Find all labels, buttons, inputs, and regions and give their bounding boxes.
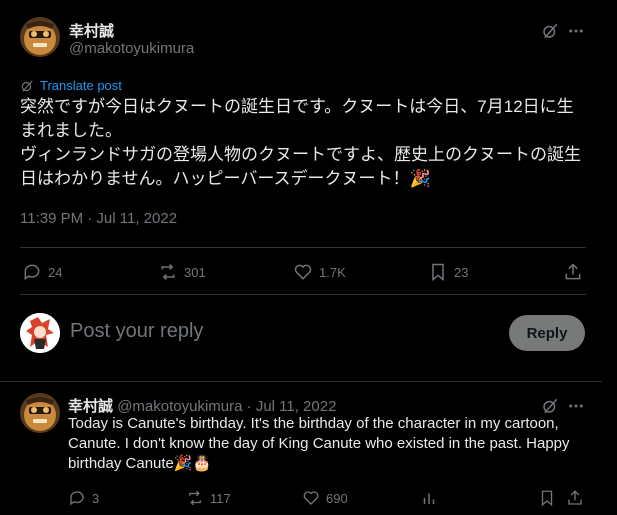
bookmark-icon bbox=[432, 263, 444, 282]
share-action[interactable] bbox=[563, 262, 583, 282]
comment-author-avatar[interactable] bbox=[20, 393, 60, 433]
post-text-paragraph-2: ヴィンランドサガの登場人物のクヌートですよ、歴史上のクヌートの誕生日はわかりませ… bbox=[20, 145, 581, 188]
comment-bookmark-action[interactable] bbox=[538, 489, 556, 507]
divider bbox=[0, 381, 602, 382]
comment-like-action[interactable]: 690 bbox=[302, 489, 348, 507]
grok-icon[interactable] bbox=[539, 20, 561, 42]
comment-text: Today is Canute's birthday. It's the bir… bbox=[68, 415, 570, 472]
comment-like-count: 690 bbox=[326, 490, 348, 506]
share-icon bbox=[568, 490, 582, 505]
reply-button[interactable]: Reply bbox=[509, 315, 585, 351]
comment-repost-action[interactable]: 117 bbox=[186, 489, 231, 507]
author-avatar-image bbox=[20, 17, 60, 57]
repost-count: 301 bbox=[184, 264, 206, 280]
divider bbox=[20, 247, 586, 248]
comment-author-name[interactable]: 幸村誠 bbox=[68, 398, 113, 415]
author-name[interactable]: 幸村誠 bbox=[69, 20, 114, 41]
bookmark-icon bbox=[541, 490, 553, 507]
repost-icon bbox=[161, 263, 175, 281]
comment-header: 幸村誠 @makotoyukimura · Jul 11, 2022 bbox=[68, 395, 336, 416]
reply-icon bbox=[24, 264, 40, 281]
comment-date[interactable]: Jul 11, 2022 bbox=[256, 398, 337, 415]
author-avatar[interactable] bbox=[20, 17, 60, 57]
translate-label[interactable]: Translate post bbox=[40, 78, 122, 93]
more-icon[interactable] bbox=[565, 20, 587, 42]
share-icon bbox=[565, 263, 581, 280]
bookmark-count: 23 bbox=[454, 264, 469, 280]
comment-repost-count: 117 bbox=[210, 490, 231, 506]
views-icon bbox=[423, 493, 435, 504]
scroll-area bbox=[602, 0, 617, 515]
translate-icon bbox=[21, 79, 33, 92]
current-user-avatar[interactable] bbox=[20, 313, 60, 353]
repost-icon bbox=[189, 490, 201, 506]
reply-count: 24 bbox=[48, 264, 63, 280]
like-action[interactable]: 1.7K bbox=[293, 262, 346, 282]
comment-author-avatar-image bbox=[20, 393, 60, 433]
comment-share-action[interactable] bbox=[566, 489, 584, 507]
comment-reply-action[interactable]: 3 bbox=[68, 489, 99, 507]
like-icon bbox=[303, 491, 319, 505]
post-text: 突然ですが今日はクヌートの誕生日です。クヌートは今日、7月12日に生まれました。… bbox=[20, 95, 590, 191]
comment-views-action[interactable] bbox=[420, 489, 438, 507]
author-handle[interactable]: @makotoyukimura bbox=[69, 40, 194, 57]
post-timestamp[interactable]: 11:39 PM · Jul 11, 2022 bbox=[20, 210, 177, 227]
comment-separator: · bbox=[246, 398, 252, 415]
current-user-avatar-image bbox=[20, 313, 60, 353]
reply-action[interactable]: 24 bbox=[22, 262, 62, 282]
comment-reply-count: 3 bbox=[92, 490, 100, 506]
translate-post-link[interactable]: Translate post bbox=[20, 78, 122, 93]
like-count: 1.7K bbox=[319, 264, 346, 280]
reply-icon bbox=[70, 491, 84, 506]
comment-author-handle[interactable]: @makotoyukimura bbox=[117, 398, 242, 415]
repost-action[interactable]: 301 bbox=[158, 262, 206, 282]
divider bbox=[20, 294, 586, 295]
post-text-paragraph-1: 突然ですが今日はクヌートの誕生日です。クヌートは今日、7月12日に生まれました。 bbox=[20, 97, 574, 140]
reply-input[interactable]: Post your reply bbox=[70, 320, 203, 343]
bookmark-action[interactable]: 23 bbox=[428, 262, 468, 282]
like-icon bbox=[294, 264, 312, 280]
